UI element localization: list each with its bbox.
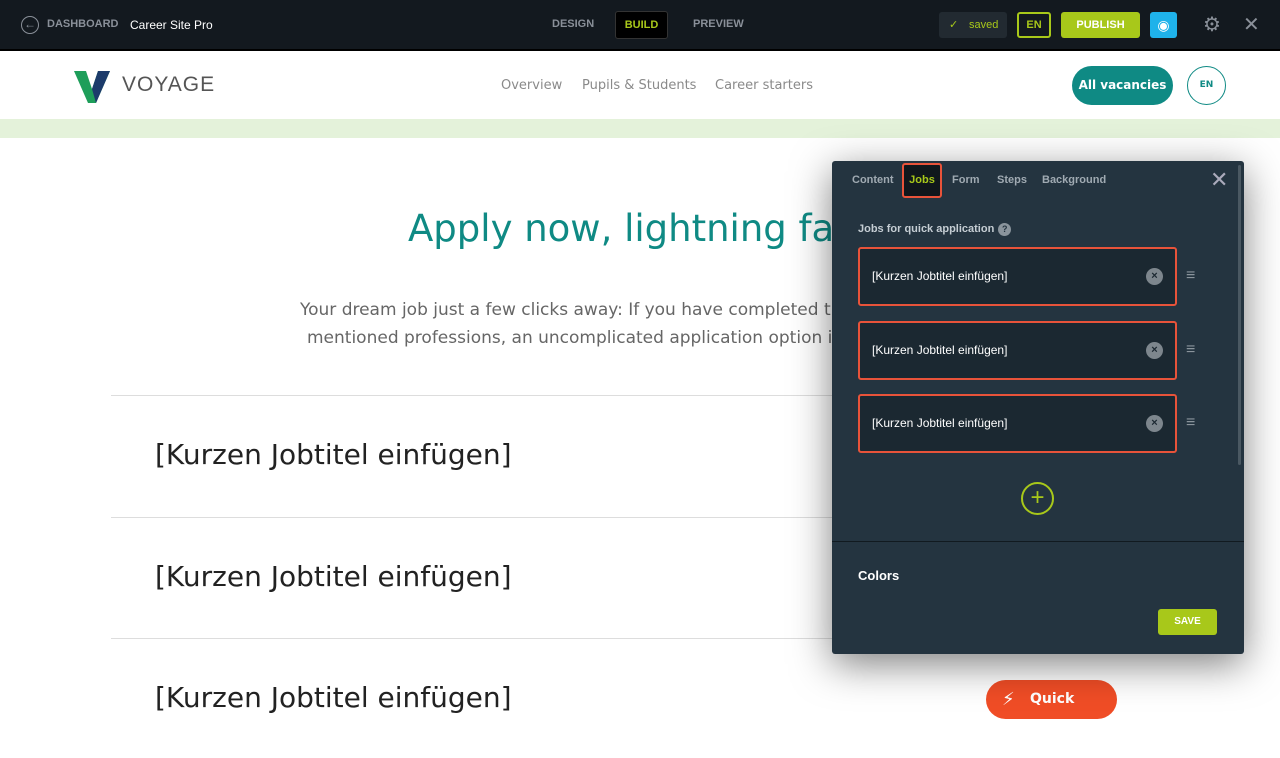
colors-heading: Colors: [858, 568, 900, 583]
nav-pupils-students[interactable]: Pupils & Students: [582, 78, 696, 93]
save-button[interactable]: SAVE: [1158, 609, 1217, 635]
mode-build[interactable]: BUILD: [615, 11, 668, 39]
mode-preview[interactable]: PREVIEW: [693, 18, 744, 30]
job-input-value: [Kurzen Jobtitel einfügen]: [872, 416, 1008, 430]
drag-handle-icon[interactable]: ≡: [1186, 267, 1195, 285]
eye-icon[interactable]: ◉: [1150, 12, 1177, 38]
job-title: [Kurzen Jobtitel einfügen]: [155, 438, 512, 471]
jobs-label-text: Jobs for quick application: [858, 223, 995, 235]
close-panel-icon[interactable]: ✕: [1210, 167, 1228, 193]
publish-button[interactable]: PUBLISH: [1061, 12, 1140, 38]
job-input[interactable]: [Kurzen Jobtitel einfügen] ×: [858, 321, 1177, 380]
language-button[interactable]: EN: [1017, 12, 1051, 38]
close-icon[interactable]: ✕: [1243, 12, 1260, 37]
tab-background[interactable]: Background: [1042, 174, 1106, 186]
panel-scrollbar[interactable]: [1238, 165, 1241, 465]
lightning-icon: ⚡: [1002, 689, 1015, 710]
tab-steps[interactable]: Steps: [997, 174, 1027, 186]
all-vacancies-button[interactable]: All vacancies: [1072, 66, 1173, 105]
nav-career-starters[interactable]: Career starters: [715, 78, 813, 93]
job-input[interactable]: [Kurzen Jobtitel einfügen] ×: [858, 247, 1177, 306]
clear-icon[interactable]: ×: [1146, 268, 1163, 285]
section-title: Apply now, lightning fas: [408, 207, 854, 250]
job-row[interactable]: [Kurzen Jobtitel einfügen]: [111, 395, 911, 517]
clear-icon[interactable]: ×: [1146, 342, 1163, 359]
quick-apply-label: Quick apply: [1030, 691, 1075, 746]
job-title: [Kurzen Jobtitel einfügen]: [155, 560, 512, 593]
voyage-logo-icon: [74, 71, 110, 103]
job-input[interactable]: [Kurzen Jobtitel einfügen] ×: [858, 394, 1177, 453]
mode-design[interactable]: DESIGN: [552, 18, 594, 30]
saved-label: saved: [969, 19, 999, 31]
job-title: [Kurzen Jobtitel einfügen]: [155, 681, 512, 714]
jobs-editor-panel: Content Jobs Form Steps Background ✕ Job…: [832, 161, 1244, 654]
nav-overview[interactable]: Overview: [501, 78, 562, 93]
logo-text: VOYAGE: [122, 73, 216, 96]
jobs-label: Jobs for quick application?: [858, 223, 1012, 236]
gear-icon[interactable]: ⚙: [1203, 12, 1221, 37]
add-job-icon[interactable]: +: [1021, 482, 1054, 515]
job-row[interactable]: [Kurzen Jobtitel einfügen]: [111, 517, 911, 638]
quick-apply-button[interactable]: ⚡ Quick apply: [986, 680, 1117, 746]
site-language-button[interactable]: EN: [1187, 66, 1226, 105]
back-arrow-icon[interactable]: ←: [21, 16, 39, 34]
dashboard-link[interactable]: DASHBOARD: [47, 18, 119, 30]
tab-content[interactable]: Content: [852, 174, 894, 186]
tab-jobs[interactable]: Jobs: [902, 163, 942, 198]
subnav-band: [0, 119, 1280, 138]
site-name: Career Site Pro: [130, 18, 213, 32]
drag-handle-icon[interactable]: ≡: [1186, 341, 1195, 359]
tab-form[interactable]: Form: [952, 174, 980, 186]
drag-handle-icon[interactable]: ≡: [1186, 414, 1195, 432]
site-header: VOYAGE Overview Pupils & Students Career…: [0, 53, 1280, 119]
job-input-value: [Kurzen Jobtitel einfügen]: [872, 269, 1008, 283]
job-row[interactable]: [Kurzen Jobtitel einfügen]: [111, 638, 911, 720]
job-input-value: [Kurzen Jobtitel einfügen]: [872, 343, 1008, 357]
divider: [832, 541, 1244, 542]
check-icon: ✓: [949, 19, 959, 31]
saved-status: ✓ saved: [939, 12, 1007, 38]
top-toolbar: ← DASHBOARD Career Site Pro DESIGN BUILD…: [0, 0, 1280, 51]
clear-icon[interactable]: ×: [1146, 415, 1163, 432]
help-icon[interactable]: ?: [998, 223, 1012, 236]
